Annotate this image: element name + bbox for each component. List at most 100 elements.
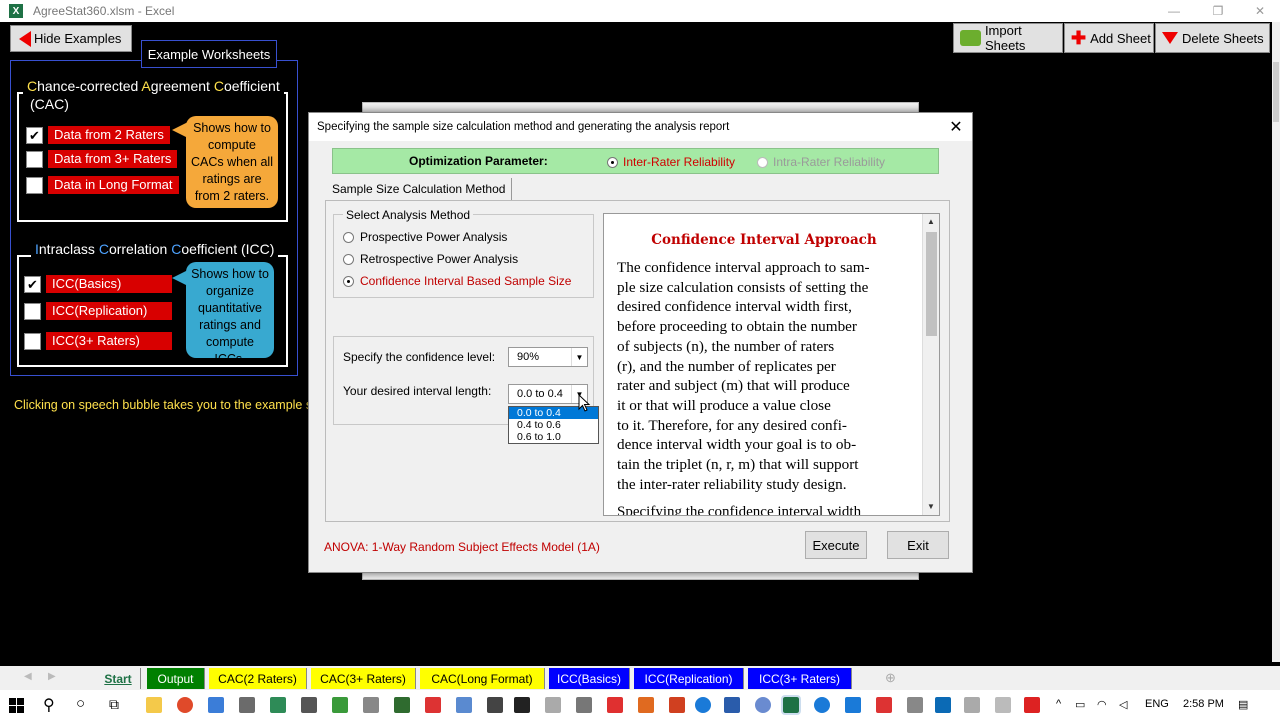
chevron-down-icon[interactable]: ▼: [571, 348, 587, 366]
app-icon[interactable]: [607, 697, 623, 713]
app-icon[interactable]: [876, 697, 892, 713]
app-icon[interactable]: [301, 697, 317, 713]
app-icon[interactable]: [487, 697, 503, 713]
tab-cac-2-raters[interactable]: CAC(2 Raters): [209, 668, 307, 689]
notification-icon[interactable]: ▤: [1238, 698, 1248, 711]
tab-icc-basics[interactable]: ICC(Basics): [549, 668, 630, 689]
sheet-vertical-scrollbar[interactable]: [1272, 22, 1280, 662]
checkbox[interactable]: [24, 332, 41, 350]
icc-item-replication[interactable]: ICC(Replication): [24, 302, 172, 320]
app-icon[interactable]: [995, 697, 1011, 713]
word-icon[interactable]: [724, 697, 740, 713]
task-view-icon[interactable]: ⧉: [109, 696, 119, 713]
app-icon[interactable]: [669, 697, 685, 713]
app-icon[interactable]: [456, 697, 472, 713]
tab-start[interactable]: Start: [96, 668, 141, 689]
app-icon[interactable]: [394, 697, 410, 713]
app-icon[interactable]: [755, 697, 771, 713]
execute-button[interactable]: Execute: [805, 531, 867, 559]
chrome-icon[interactable]: [177, 697, 193, 713]
network-icon[interactable]: ▭: [1075, 698, 1085, 711]
radio-selected-icon[interactable]: [607, 156, 618, 168]
text-scrollbar[interactable]: ▲ ▼: [922, 214, 939, 515]
checkbox[interactable]: [24, 302, 41, 320]
cac-item-3plus-raters[interactable]: Data from 3+ Raters: [26, 150, 178, 168]
scroll-up-icon[interactable]: ▲: [923, 214, 939, 230]
app-icon[interactable]: [964, 697, 980, 713]
scroll-right-icon[interactable]: ▶: [48, 671, 56, 682]
volume-icon[interactable]: ◁: [1119, 698, 1127, 711]
scroll-down-icon[interactable]: ▼: [923, 499, 939, 515]
method-confidence-interval[interactable]: Confidence Interval Based Sample Size: [343, 274, 571, 288]
intra-rater-option[interactable]: Intra-Rater Reliability: [757, 155, 885, 169]
checkbox[interactable]: ✔: [24, 275, 41, 293]
new-sheet-icon[interactable]: ⊕: [885, 670, 896, 686]
description-text-pane[interactable]: Confidence Interval Approach The confide…: [603, 213, 940, 516]
close-icon[interactable]: ✕: [946, 117, 966, 137]
app-icon[interactable]: [363, 697, 379, 713]
import-sheets-label: Import Sheets: [984, 23, 1026, 53]
outlook-icon[interactable]: [935, 697, 951, 713]
cac-item-2-raters[interactable]: ✔ Data from 2 Raters: [26, 126, 170, 144]
app-icon[interactable]: [845, 697, 861, 713]
excel-taskbar-icon[interactable]: [781, 695, 801, 715]
inter-rater-option[interactable]: Inter-Rater Reliability: [607, 155, 735, 169]
radio-icon[interactable]: [757, 156, 768, 168]
checkbox[interactable]: [26, 176, 43, 194]
icc-item-3plus-raters[interactable]: ICC(3+ Raters): [24, 332, 172, 350]
radio-icon[interactable]: [343, 231, 354, 243]
app-icon[interactable]: [907, 697, 923, 713]
checkbox[interactable]: [26, 150, 43, 168]
restore-button[interactable]: ❐: [1196, 0, 1240, 22]
app-icon[interactable]: [545, 697, 561, 713]
confidence-select[interactable]: 90% ▼: [508, 347, 588, 367]
tab-sample-size-method[interactable]: Sample Size Calculation Method: [327, 178, 512, 200]
delete-sheets-button[interactable]: Delete Sheets: [1155, 23, 1270, 53]
tray-chevron-icon[interactable]: ^: [1056, 698, 1061, 710]
close-window-button[interactable]: ✕: [1238, 0, 1280, 22]
checkbox[interactable]: ✔: [26, 126, 43, 144]
dropdown-option[interactable]: 0.4 to 0.6: [509, 419, 598, 431]
cac-speech-bubble[interactable]: Shows how to compute CACs when all ratin…: [186, 116, 278, 208]
icc-speech-bubble[interactable]: Shows how to organize quantitative ratin…: [186, 262, 274, 366]
edge-icon[interactable]: [814, 697, 830, 713]
add-sheet-button[interactable]: ✚ Add Sheet: [1064, 23, 1154, 53]
example-worksheets-tab[interactable]: Example Worksheets: [141, 40, 277, 68]
tab-icc-replication[interactable]: ICC(Replication): [634, 668, 744, 689]
tab-cac-3plus-raters[interactable]: CAC(3+ Raters): [311, 668, 416, 689]
scroll-left-icon[interactable]: ◀: [24, 671, 32, 682]
scroll-thumb[interactable]: [926, 232, 937, 336]
terminal-icon[interactable]: [514, 697, 530, 713]
mail-icon[interactable]: [576, 697, 592, 713]
tab-icc-3plus-raters[interactable]: ICC(3+ Raters): [748, 668, 852, 689]
minimize-button[interactable]: —: [1152, 0, 1196, 22]
pdf-icon[interactable]: [1024, 697, 1040, 713]
app-icon[interactable]: [270, 697, 286, 713]
app-icon[interactable]: [332, 697, 348, 713]
clock[interactable]: 2:58 PM: [1183, 698, 1224, 710]
language-indicator[interactable]: ENG: [1145, 698, 1169, 710]
app-icon[interactable]: [638, 697, 654, 713]
tab-cac-long-format[interactable]: CAC(Long Format): [420, 668, 545, 689]
wifi-icon[interactable]: ◠: [1097, 698, 1107, 711]
hide-examples-button[interactable]: Hide Examples: [10, 25, 132, 52]
method-retrospective[interactable]: Retrospective Power Analysis: [343, 252, 518, 266]
icc-item-basics[interactable]: ✔ ICC(Basics): [24, 275, 172, 293]
exit-button[interactable]: Exit: [887, 531, 949, 559]
tab-output[interactable]: Output: [147, 668, 205, 689]
method-prospective[interactable]: Prospective Power Analysis: [343, 230, 507, 244]
app-icon[interactable]: [425, 697, 441, 713]
cac-item-long-format[interactable]: Data in Long Format: [26, 176, 179, 194]
radio-selected-icon[interactable]: [343, 275, 354, 287]
import-sheets-button[interactable]: Import Sheets: [953, 23, 1063, 53]
app-icon[interactable]: [239, 697, 255, 713]
dropdown-option[interactable]: 0.6 to 1.0: [509, 431, 598, 443]
interval-select[interactable]: 0.0 to 0.4 ▼: [508, 384, 588, 404]
skype-icon[interactable]: [695, 697, 711, 713]
windows-start-icon[interactable]: [9, 698, 24, 713]
app-icon[interactable]: [208, 697, 224, 713]
file-explorer-icon[interactable]: [146, 697, 162, 713]
cortana-icon[interactable]: ○: [76, 695, 85, 712]
radio-icon[interactable]: [343, 253, 354, 265]
search-icon[interactable]: ⚲: [43, 695, 55, 715]
